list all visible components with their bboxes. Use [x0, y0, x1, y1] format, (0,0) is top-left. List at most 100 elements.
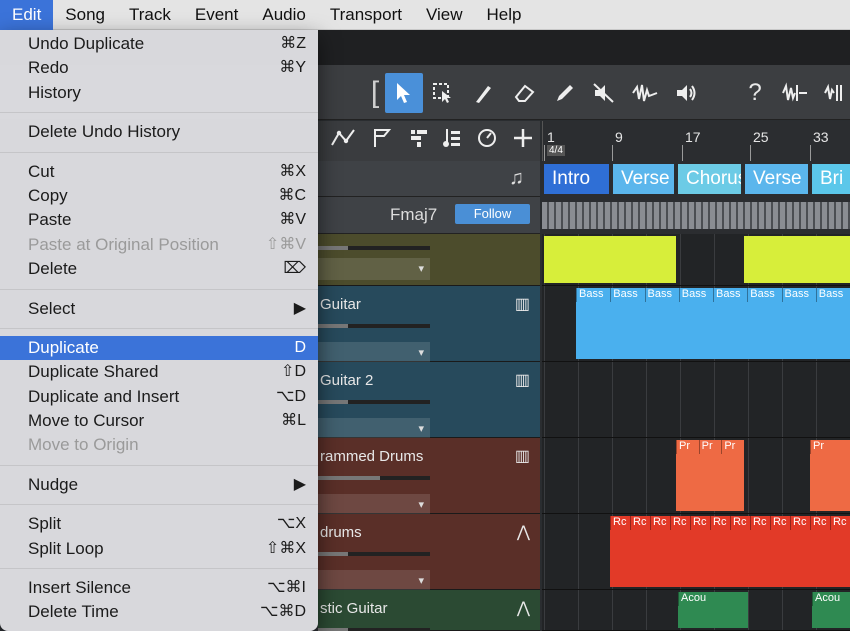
- arranger-section[interactable]: Chorus: [678, 164, 741, 194]
- follow-button[interactable]: Follow: [455, 204, 530, 224]
- arranger-lane[interactable]: IntroVerseChorusVerseBri: [542, 161, 850, 197]
- menu-item-shortcut: ⌘L: [281, 412, 306, 430]
- track-lane[interactable]: Pr Pr Pr Pr: [542, 438, 850, 514]
- track-dropdown[interactable]: ▾: [318, 570, 430, 592]
- clip-name: Rc: [690, 516, 710, 530]
- grid-line: [782, 362, 783, 437]
- mute-tool-icon[interactable]: [585, 73, 623, 113]
- grid-line: [816, 362, 817, 437]
- volume-fader[interactable]: [318, 246, 348, 250]
- menu-item-insert-silence[interactable]: Insert Silence ⌥⌘I: [0, 576, 318, 600]
- menu-item-shortcut: ⌘Y: [279, 59, 306, 77]
- clip-name: Rc: [670, 516, 690, 530]
- bend-tool-icon[interactable]: [626, 73, 664, 113]
- clip-labels: Rc Rc Rc Rc Rc Rc Rc Rc Rc Rc Rc Rc: [610, 516, 850, 530]
- arranger-section[interactable]: Verse: [613, 164, 674, 194]
- menu-audio[interactable]: Audio: [250, 0, 317, 30]
- volume-fader[interactable]: [318, 552, 348, 556]
- track-dropdown[interactable]: ▾: [318, 342, 430, 364]
- menu-track[interactable]: Track: [117, 0, 183, 30]
- menu-item-undo-duplicate[interactable]: Undo Duplicate ⌘Z: [0, 32, 318, 56]
- clip[interactable]: [544, 236, 676, 283]
- tempo-icon[interactable]: [476, 127, 498, 155]
- menu-item-history[interactable]: History: [0, 81, 318, 105]
- arrow-tool-icon[interactable]: [385, 73, 423, 113]
- audio-bend-icon[interactable]: [776, 73, 814, 113]
- track-dropdown[interactable]: ▾: [318, 258, 430, 280]
- marker-flag-icon[interactable]: [371, 127, 393, 155]
- chord-track-icon[interactable]: [441, 127, 463, 155]
- menu-item-shortcut: ⌘V: [279, 211, 306, 229]
- quantize-icon[interactable]: [816, 73, 850, 113]
- track-lane[interactable]: [542, 362, 850, 438]
- arranger-section[interactable]: Intro: [544, 164, 609, 194]
- track-dropdown[interactable]: ▾: [318, 494, 430, 516]
- split-tool-icon[interactable]: [464, 73, 502, 113]
- track-lane[interactable]: Acou Acou: [542, 590, 850, 631]
- track-header[interactable]: ▾: [318, 234, 540, 286]
- track-lane[interactable]: Bass Bass Bass Bass Bass Bass Bass Bass: [542, 286, 850, 362]
- menu-item-select[interactable]: Select ▶: [0, 297, 318, 321]
- menu-item-delete[interactable]: Delete ⌦: [0, 257, 318, 281]
- clip[interactable]: Acou: [678, 592, 748, 628]
- automation-icon[interactable]: [330, 127, 356, 155]
- menu-item-delete-time[interactable]: Delete Time ⌥⌘D: [0, 600, 318, 624]
- grid-line: [714, 234, 715, 285]
- track-header[interactable]: Guitar 2 ▥ ▾: [318, 362, 540, 440]
- clip[interactable]: [744, 236, 850, 283]
- timeline-ruler[interactable]: 4/4 1 9 17 25 33: [542, 121, 850, 161]
- volume-fader[interactable]: [318, 400, 348, 404]
- menu-view[interactable]: View: [414, 0, 475, 30]
- menu-edit[interactable]: Edit: [0, 0, 54, 30]
- track-header[interactable]: drums ⋀ ▾: [318, 514, 540, 592]
- menu-item-move-to-origin: Move to Origin: [0, 433, 318, 457]
- menu-item-copy[interactable]: Copy ⌘C: [0, 184, 318, 208]
- menu-item-paste[interactable]: Paste ⌘V: [0, 208, 318, 232]
- clip[interactable]: Pr: [810, 440, 850, 511]
- menu-item-cut[interactable]: Cut ⌘X: [0, 160, 318, 184]
- track-lane[interactable]: Rc Rc Rc Rc Rc Rc Rc Rc Rc Rc Rc Rc: [542, 514, 850, 590]
- volume-fader[interactable]: [318, 324, 348, 328]
- clip-name: Acou: [812, 592, 850, 606]
- clip[interactable]: Acou: [812, 592, 850, 628]
- menu-item-redo[interactable]: Redo ⌘Y: [0, 56, 318, 80]
- clip[interactable]: Rc Rc Rc Rc Rc Rc Rc Rc Rc Rc Rc Rc: [610, 516, 850, 587]
- add-track-icon[interactable]: [512, 127, 534, 155]
- clip-name: Rc: [730, 516, 750, 530]
- grid-line: [646, 438, 647, 513]
- menu-item-split-loop[interactable]: Split Loop ⇧⌘X: [0, 537, 318, 561]
- paint-tool-icon[interactable]: [546, 73, 584, 113]
- menu-item-delete-undo-history[interactable]: Delete Undo History: [0, 120, 318, 144]
- ruler-tick: [810, 145, 811, 161]
- chevron-down-icon: ▾: [418, 499, 424, 511]
- clip-name: Rc: [810, 516, 830, 530]
- eraser-tool-icon[interactable]: [505, 73, 543, 113]
- range-tool-icon[interactable]: [424, 73, 462, 113]
- track-name: rammed Drums: [320, 448, 424, 465]
- menu-item-move-to-cursor[interactable]: Move to Cursor ⌘L: [0, 409, 318, 433]
- listen-tool-icon[interactable]: [667, 73, 705, 113]
- menu-song[interactable]: Song: [53, 0, 117, 30]
- track-dropdown[interactable]: ▾: [318, 418, 430, 440]
- menu-help[interactable]: Help: [475, 0, 534, 30]
- menu-item-nudge[interactable]: Nudge ▶: [0, 473, 318, 497]
- menu-item-duplicate[interactable]: Duplicate D: [0, 335, 318, 361]
- menu-item-duplicate-shared[interactable]: Duplicate Shared ⇧D: [0, 360, 318, 384]
- track-header[interactable]: rammed Drums ▥ ▾: [318, 438, 540, 516]
- arranger-section[interactable]: Verse: [745, 164, 808, 194]
- menu-item-duplicate-and-insert[interactable]: Duplicate and Insert ⌥D: [0, 385, 318, 409]
- track-header[interactable]: stic Guitar ⋀: [318, 590, 540, 631]
- help-icon[interactable]: ?: [736, 73, 774, 113]
- clip[interactable]: Bass Bass Bass Bass Bass Bass Bass Bass: [576, 288, 850, 359]
- keyboard-icon: ▥: [514, 296, 530, 313]
- menu-event[interactable]: Event: [183, 0, 250, 30]
- menu-transport[interactable]: Transport: [318, 0, 414, 30]
- clip[interactable]: Pr Pr Pr: [676, 440, 744, 511]
- track-header[interactable]: Guitar ▥ ▾: [318, 286, 540, 364]
- track-lane[interactable]: [542, 234, 850, 286]
- menu-item-split[interactable]: Split ⌥X: [0, 512, 318, 536]
- chord-lane[interactable]: [542, 197, 850, 234]
- arranger-section[interactable]: Bri: [812, 164, 850, 194]
- arranger-icon[interactable]: [408, 127, 430, 155]
- volume-fader[interactable]: [318, 476, 380, 480]
